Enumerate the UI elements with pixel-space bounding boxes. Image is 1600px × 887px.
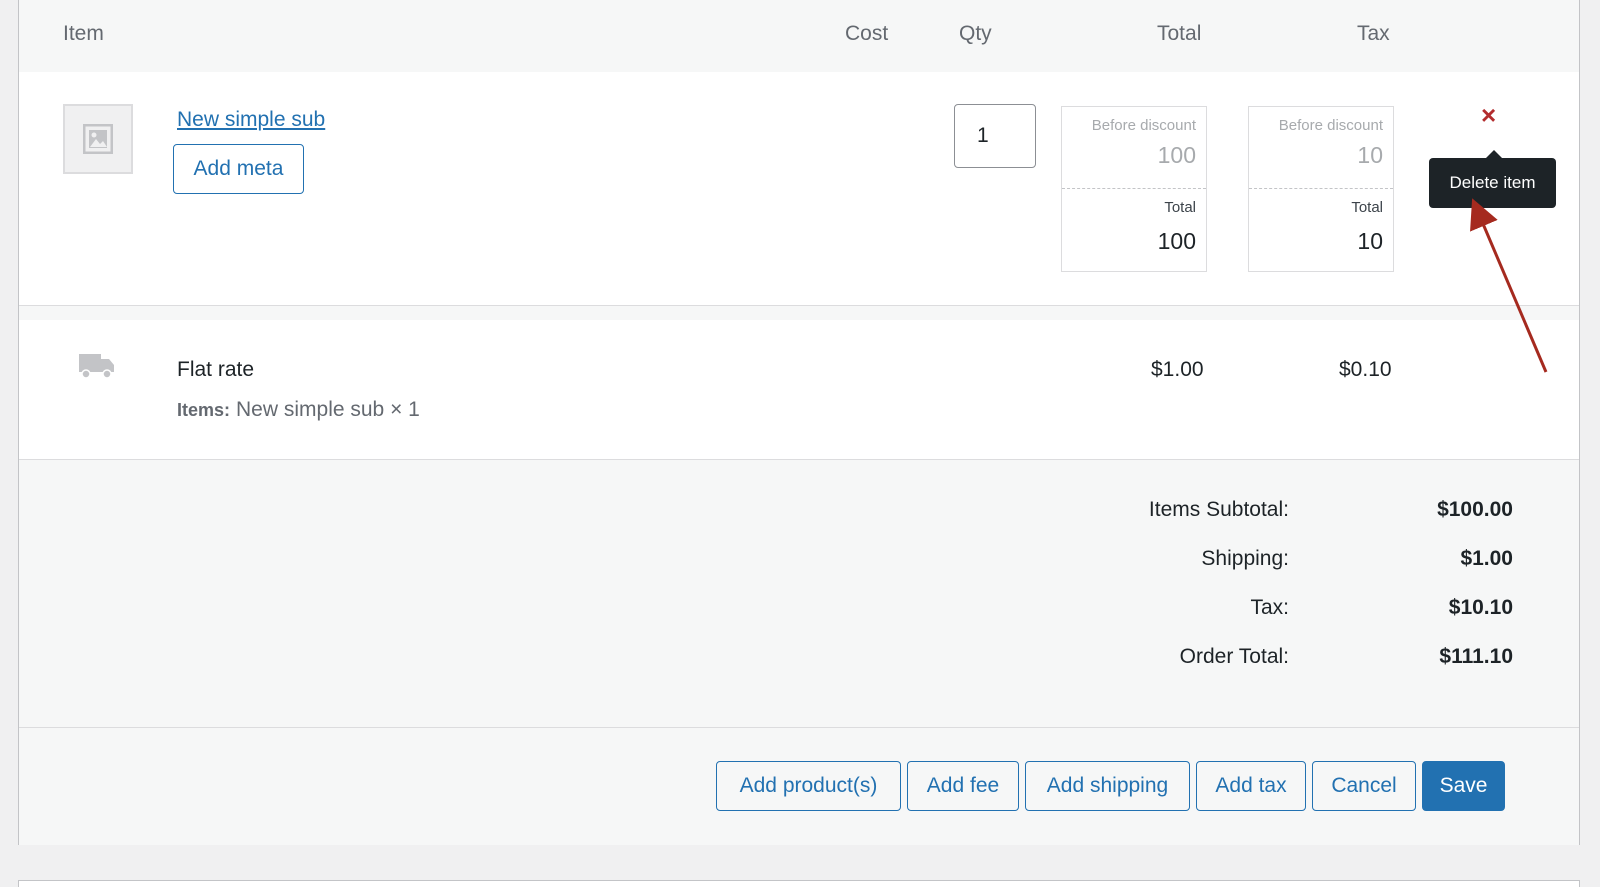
before-discount-label: Before discount: [1091, 117, 1196, 134]
add-meta-button[interactable]: Add meta: [173, 144, 304, 194]
tax-total-label: Total: [1351, 199, 1383, 216]
order-items-panel: Item Cost Qty Total Tax New simple sub A…: [18, 0, 1580, 845]
add-fee-button[interactable]: Add fee: [907, 761, 1019, 811]
image-placeholder-icon: [63, 104, 133, 174]
truck-icon: [79, 352, 115, 385]
totals-value: $100.00: [1437, 498, 1513, 521]
totals-label: Items Subtotal:: [1148, 498, 1289, 521]
shipping-line-row: Flat rate Items: New simple sub × 1 $1.00…: [19, 320, 1579, 460]
totals-row: Items Subtotal: $100.00: [19, 498, 1579, 528]
delete-item-icon[interactable]: ×: [1481, 102, 1496, 128]
quantity-input[interactable]: 1: [954, 104, 1036, 168]
totals-label: Tax:: [1250, 596, 1289, 619]
before-discount-value: 100: [1157, 142, 1196, 168]
shipping-method-name: Flat rate: [177, 358, 255, 381]
totals-row: Tax: $10.10: [19, 596, 1579, 626]
column-cost: Cost: [845, 22, 889, 45]
totals-row: Order Total: $111.10: [19, 645, 1579, 675]
items-table-header: Item Cost Qty Total Tax: [19, 0, 1579, 72]
save-button[interactable]: Save: [1422, 761, 1505, 811]
total-value: 100: [1157, 228, 1196, 254]
shipping-items-value: New simple sub × 1: [236, 398, 420, 421]
column-qty: Qty: [959, 22, 992, 45]
cancel-button[interactable]: Cancel: [1312, 761, 1416, 811]
totals-label: Shipping:: [1201, 547, 1289, 570]
order-actions-bar: Add product(s) Add fee Add shipping Add …: [19, 728, 1579, 845]
line-total-field[interactable]: Before discount 100 Total 100: [1061, 106, 1207, 272]
totals-row: Shipping: $1.00: [19, 547, 1579, 577]
shipping-items-meta: Items: New simple sub × 1: [177, 398, 420, 422]
column-tax: Tax: [1357, 22, 1390, 45]
shipping-items-label: Items:: [177, 400, 231, 420]
tax-before-discount-value: 10: [1357, 142, 1383, 168]
column-total: Total: [1157, 22, 1202, 45]
tax-before-discount-label: Before discount: [1278, 117, 1383, 134]
totals-value: $10.10: [1448, 596, 1513, 619]
total-label: Total: [1164, 199, 1196, 216]
product-name-link[interactable]: New simple sub: [177, 108, 325, 132]
column-item: Item: [63, 22, 104, 45]
totals-value: $111.10: [1439, 645, 1513, 668]
shipping-total: $1.00: [1151, 358, 1204, 381]
quantity-value: 1: [977, 124, 989, 147]
delete-item-tooltip: Delete item: [1429, 150, 1556, 208]
order-totals: Items Subtotal: $100.00 Shipping: $1.00 …: [19, 460, 1579, 728]
shipping-tax: $0.10: [1339, 358, 1392, 381]
line-tax-field[interactable]: Before discount 10 Total 10: [1248, 106, 1394, 272]
add-shipping-button[interactable]: Add shipping: [1025, 761, 1190, 811]
add-products-button[interactable]: Add product(s): [716, 761, 901, 811]
tooltip-text: Delete item: [1449, 173, 1536, 192]
add-tax-button[interactable]: Add tax: [1196, 761, 1306, 811]
line-item-row: New simple sub Add meta 1 Before discoun…: [19, 72, 1579, 306]
totals-label: Order Total:: [1179, 645, 1289, 668]
next-panel-edge: [18, 880, 1580, 887]
totals-value: $1.00: [1460, 547, 1513, 570]
tax-total-value: 10: [1357, 228, 1383, 254]
